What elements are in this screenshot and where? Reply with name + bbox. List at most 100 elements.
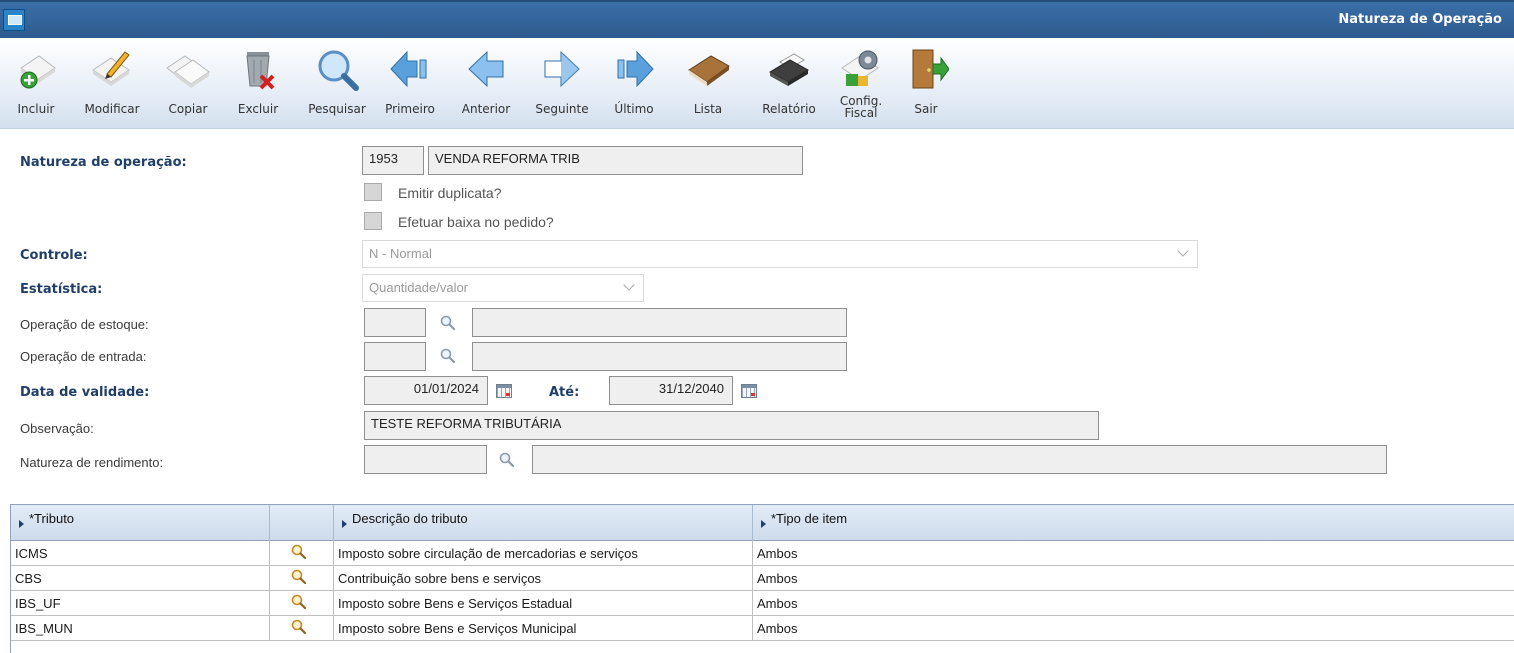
config-fiscal-label-line2: Fiscal [844,106,878,120]
search-icon[interactable] [290,593,308,611]
primeiro-button[interactable]: Primeiro [380,38,440,128]
exit-door-icon [912,49,949,89]
trash-delete-icon [246,52,275,90]
cell-tributo[interactable]: CBS [11,566,270,590]
calendar-icon[interactable] [496,384,512,398]
copiar-button[interactable]: Copiar [160,38,216,128]
column-header-tipo[interactable]: *Tipo de item [753,505,1514,541]
calendar-icon[interactable] [741,384,757,398]
op-estoque-label: Operação de estoque: [20,317,149,332]
natureza-desc-field[interactable]: VENDA REFORMA TRIB [428,146,803,175]
table-row[interactable]: IBS_UF Imposto sobre Bens e Serviços Est… [11,591,1514,616]
op-entrada-label: Operação de entrada: [20,349,147,364]
tributos-grid: *Tributo Descrição do tributo *Tipo de i… [10,504,1514,653]
emitir-duplicata-label: Emitir duplicata? [398,185,502,201]
primeiro-label: Primeiro [385,102,435,116]
op-estoque-code-field[interactable] [364,308,426,337]
observacao-field[interactable]: TESTE REFORMA TRIBUTÁRIA [364,411,1099,440]
cell-descricao[interactable]: Imposto sobre Bens e Serviços Estadual [334,591,753,615]
relatorio-button[interactable]: Relatório [756,38,822,128]
previous-arrow-icon [468,50,504,88]
sort-arrow-icon [342,520,347,528]
cell-tipo[interactable]: Ambos [753,541,1514,565]
ultimo-button[interactable]: Último [608,38,660,128]
search-icon[interactable] [290,618,308,636]
sair-button[interactable]: Sair [906,38,949,128]
cell-tipo[interactable]: Ambos [753,616,1514,640]
cell-tipo[interactable]: Ambos [753,591,1514,615]
controle-select[interactable]: N - Normal [362,240,1198,268]
cell-descricao[interactable]: Imposto sobre circulação de mercadorias … [334,541,753,565]
first-record-arrow-icon [390,50,427,88]
grid-header: *Tributo Descrição do tributo *Tipo de i… [11,504,1514,541]
anterior-button[interactable]: Anterior [456,38,516,128]
search-icon[interactable] [290,543,308,561]
cell-tributo[interactable]: ICMS [11,541,270,565]
op-entrada-desc-field[interactable] [472,342,847,371]
cell-tributo[interactable]: IBS_MUN [11,616,270,640]
search-icon[interactable] [439,347,457,365]
table-row[interactable]: CBS Contribuição sobre bens e serviços A… [11,566,1514,591]
data-validade-label: Data de validade: [20,385,150,400]
search-icon[interactable] [439,314,457,332]
cell-search[interactable] [270,591,334,615]
efetuar-baixa-checkbox[interactable] [364,212,382,230]
controle-label: Controle: [20,248,88,263]
cell-tipo[interactable]: Ambos [753,566,1514,590]
modificar-label: Modificar [84,102,140,116]
modificar-button[interactable]: Modificar [78,38,146,128]
pesquisar-label: Pesquisar [308,102,366,116]
natureza-rend-code-field[interactable] [364,445,487,474]
cell-search[interactable] [270,566,334,590]
excluir-button[interactable]: Excluir [232,38,284,128]
op-estoque-desc-field[interactable] [472,308,847,337]
observacao-label: Observação: [20,421,94,436]
pesquisar-button[interactable]: Pesquisar [304,38,370,128]
cell-search[interactable] [270,541,334,565]
column-header-descricao[interactable]: Descrição do tributo [334,505,753,541]
config-fiscal-button[interactable]: Config. Fiscal [834,38,888,128]
app-window-icon[interactable] [3,9,25,31]
printer-report-icon [769,53,809,86]
natureza-rend-label: Natureza de rendimento: [20,455,164,470]
search-icon[interactable] [498,451,516,469]
estatistica-select[interactable]: Quantidade/valor [362,274,644,302]
lista-button[interactable]: Lista [680,38,736,128]
sort-arrow-icon [761,520,766,528]
table-row[interactable]: ICMS Imposto sobre circulação de mercado… [11,541,1514,566]
natureza-rend-desc-field[interactable] [532,445,1387,474]
natureza-code-field[interactable]: 1953 [362,146,424,175]
title-bar: Natureza de Operação [0,0,1514,38]
column-header-tributo[interactable]: *Tributo [11,505,270,541]
chevron-down-icon [1177,245,1189,257]
cell-search[interactable] [270,616,334,640]
fiscal-config-gear-icon [841,50,879,86]
ultimo-label: Último [614,102,654,116]
copy-documents-icon [166,55,210,88]
cell-descricao[interactable]: Contribuição sobre bens e serviços [334,566,753,590]
data-fim-field[interactable]: 31/12/2040 [609,376,733,405]
data-inicio-field[interactable]: 01/01/2024 [364,376,488,405]
emitir-duplicata-checkbox[interactable] [364,183,382,201]
copiar-label: Copiar [168,102,208,116]
sair-label: Sair [914,102,938,116]
sort-arrow-icon [19,520,24,528]
cell-tributo[interactable]: IBS_UF [11,591,270,615]
edit-pencil-icon [92,51,130,86]
incluir-label: Incluir [17,102,55,116]
estatistica-label: Estatística: [20,282,103,297]
search-icon[interactable] [290,568,308,586]
table-row[interactable]: IBS_MUN Imposto sobre Bens e Serviços Mu… [11,616,1514,641]
efetuar-baixa-label: Efetuar baixa no pedido? [398,214,554,230]
op-entrada-code-field[interactable] [364,342,426,371]
ate-label: Até: [549,385,580,400]
controle-value: N - Normal [369,246,432,261]
seguinte-button[interactable]: Seguinte [530,38,594,128]
config-fiscal-label: Config. Fiscal [834,95,888,119]
column-header-search[interactable] [270,505,334,541]
anterior-label: Anterior [461,102,511,116]
cell-descricao[interactable]: Imposto sobre Bens e Serviços Municipal [334,616,753,640]
incluir-button[interactable]: Incluir [10,38,62,128]
lista-label: Lista [693,102,723,116]
relatorio-label: Relatório [762,102,816,116]
